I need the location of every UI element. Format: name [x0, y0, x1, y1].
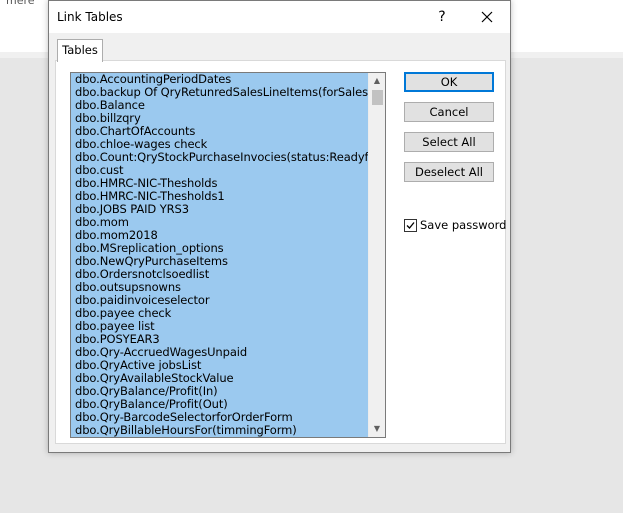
list-item[interactable]: dbo.QryBalance/Profit(Out)	[71, 398, 385, 411]
list-item[interactable]: dbo.billzqry	[71, 112, 385, 125]
checkmark-icon	[406, 222, 415, 229]
list-item[interactable]: dbo.ChartOfAccounts	[71, 125, 385, 138]
close-icon	[481, 11, 493, 23]
background-text: mere	[6, 0, 35, 7]
chevron-down-icon[interactable]: ▼	[369, 421, 385, 437]
list-item[interactable]: dbo.backup Of QryRetunredSalesLineItems(…	[71, 86, 385, 99]
tables-list-items: dbo.AccountingPeriodDates dbo.backup Of Q…	[71, 73, 385, 437]
list-item[interactable]: dbo.cust	[71, 164, 385, 177]
save-password-label: Save password	[420, 218, 507, 232]
list-item[interactable]: dbo.outsupsnowns	[71, 281, 385, 294]
select-all-button[interactable]: Select All	[404, 132, 494, 152]
tab-tables[interactable]: Tables	[57, 39, 103, 62]
list-item[interactable]: dbo.paidinvoiceselector	[71, 294, 385, 307]
dialog-titlebar[interactable]: Link Tables ?	[49, 1, 510, 33]
help-button[interactable]: ?	[430, 5, 454, 29]
list-item[interactable]: dbo.payee list	[71, 320, 385, 333]
close-button[interactable]	[474, 5, 500, 29]
list-item[interactable]: dbo.Ordersnotclsoedlist	[71, 268, 385, 281]
deselect-all-button[interactable]: Deselect All	[404, 162, 494, 182]
list-item[interactable]: dbo.JOBS PAID YRS3	[71, 203, 385, 216]
list-item[interactable]: dbo.QryBillableHoursFor(timmingForm)	[71, 424, 385, 437]
tables-tab-panel: dbo.AccountingPeriodDates dbo.backup Of Q…	[55, 60, 506, 444]
save-password-checkbox[interactable]	[404, 219, 417, 232]
list-item[interactable]: dbo.QryBalance/Profit(In)	[71, 385, 385, 398]
list-item[interactable]: dbo.QryAvailableStockValue	[71, 372, 385, 385]
list-item[interactable]: dbo.mom2018	[71, 229, 385, 242]
list-item[interactable]: dbo.mom	[71, 216, 385, 229]
list-item[interactable]: dbo.Qry-AccruedWagesUnpaid	[71, 346, 385, 359]
link-tables-dialog: Link Tables ? Tables dbo.AccountingPerio…	[48, 0, 511, 453]
list-scrollbar[interactable]: ▲ ▼	[368, 73, 385, 437]
ok-button[interactable]: OK	[404, 72, 494, 92]
list-item[interactable]: dbo.Qry-BarcodeSelectorforOrderForm	[71, 411, 385, 424]
chevron-up-icon[interactable]: ▲	[369, 73, 385, 89]
list-item[interactable]: dbo.QryActive jobsList	[71, 359, 385, 372]
scroll-thumb[interactable]	[372, 90, 383, 105]
list-item[interactable]: dbo.Count:QryStockPurchaseInvocies(statu…	[71, 151, 385, 164]
list-item[interactable]: dbo.HMRC-NIC-Thesholds1	[71, 190, 385, 203]
dialog-title: Link Tables	[57, 10, 123, 24]
list-item[interactable]: dbo.NewQryPurchaseItems	[71, 255, 385, 268]
list-item[interactable]: dbo.HMRC-NIC-Thesholds	[71, 177, 385, 190]
list-item[interactable]: dbo.payee check	[71, 307, 385, 320]
list-item[interactable]: dbo.MSreplication_options	[71, 242, 385, 255]
list-item[interactable]: dbo.AccountingPeriodDates	[71, 73, 385, 86]
tables-listbox[interactable]: dbo.AccountingPeriodDates dbo.backup Of Q…	[70, 72, 386, 438]
cancel-button[interactable]: Cancel	[404, 102, 494, 122]
list-item[interactable]: dbo.POSYEAR3	[71, 333, 385, 346]
list-item[interactable]: dbo.Balance	[71, 99, 385, 112]
list-item[interactable]: dbo.chloe-wages check	[71, 138, 385, 151]
